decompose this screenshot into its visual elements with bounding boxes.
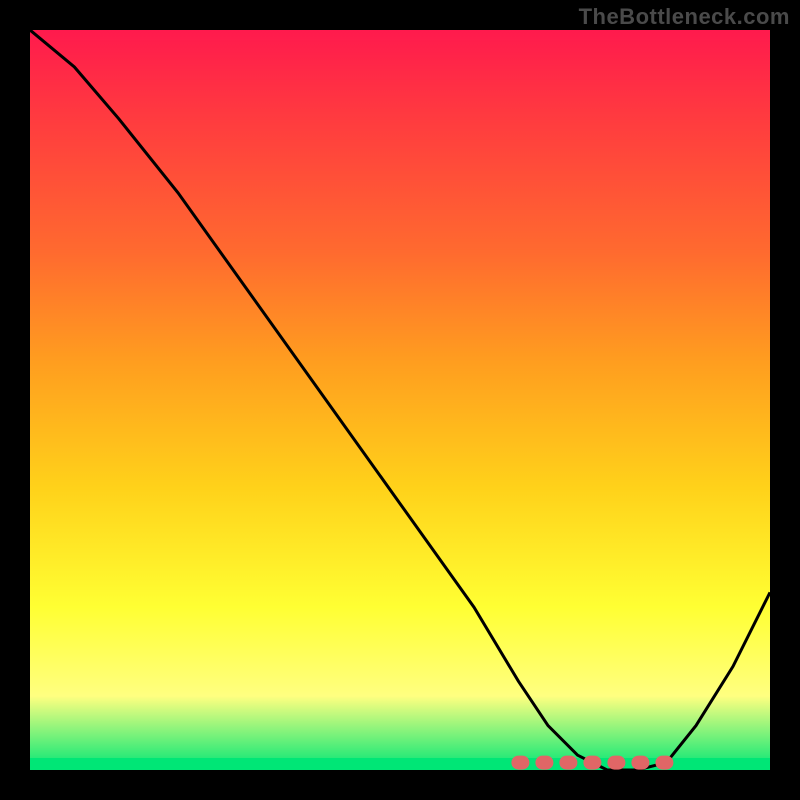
bottleneck-curve-path [30,30,770,770]
chart-frame: TheBottleneck.com [0,0,800,800]
watermark-text: TheBottleneck.com [579,4,790,30]
plot-area [30,30,770,770]
bottleneck-curve-svg [30,30,770,770]
